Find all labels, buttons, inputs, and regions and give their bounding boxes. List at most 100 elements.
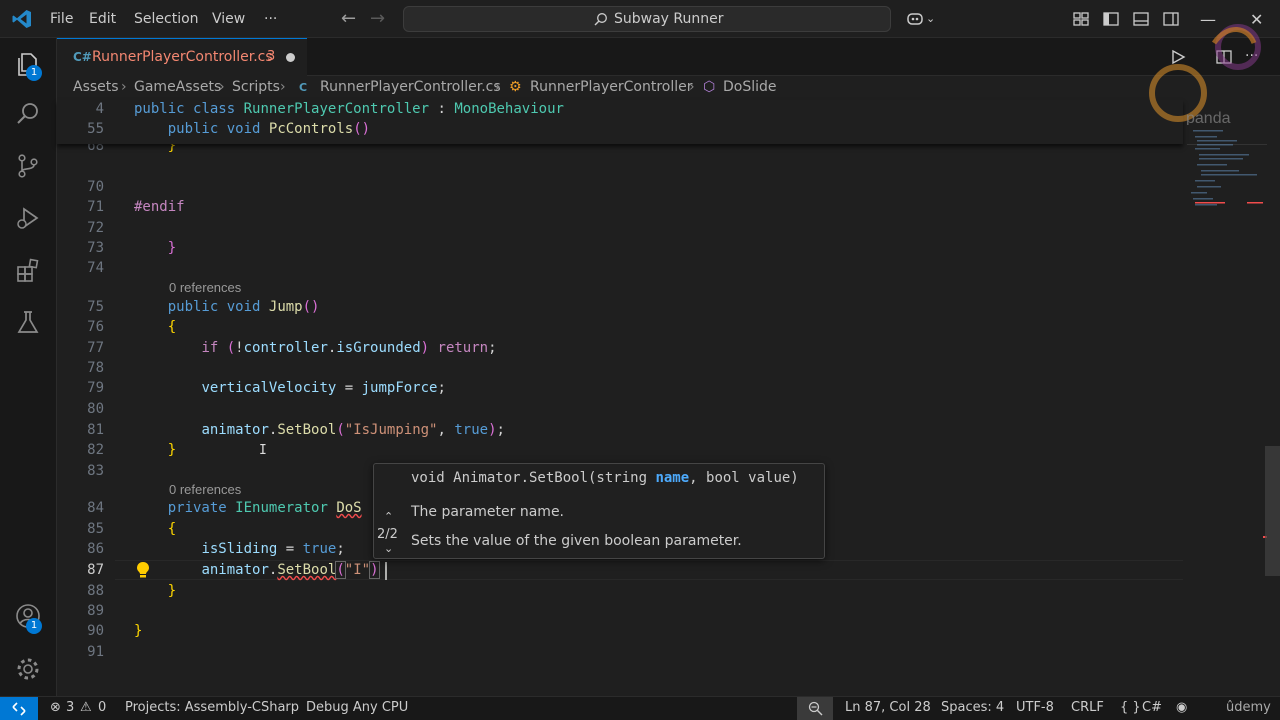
hint-signature-post: , bool value) bbox=[689, 470, 799, 486]
csharp-file-icon: C bbox=[299, 81, 308, 94]
tab-problem-count: 3 bbox=[267, 49, 276, 64]
breadcrumb-item[interactable]: RunnerPlayerController.cs bbox=[320, 79, 501, 95]
chevron-down-icon[interactable]: ⌄ bbox=[384, 542, 393, 555]
chevron-up-icon[interactable]: ⌃ bbox=[384, 510, 393, 523]
command-center[interactable]: Subway Runner bbox=[403, 6, 891, 32]
customize-layout-icon[interactable] bbox=[1072, 10, 1090, 28]
remote-indicator[interactable] bbox=[0, 697, 38, 720]
menu-file[interactable]: File bbox=[44, 0, 79, 38]
source-control-icon[interactable] bbox=[14, 152, 42, 180]
error-count[interactable]: 3 bbox=[66, 700, 74, 715]
watermark-logo: panda bbox=[1149, 24, 1261, 125]
warning-count[interactable]: 0 bbox=[98, 700, 106, 715]
unsaved-dot-icon[interactable] bbox=[286, 53, 295, 62]
parameter-hint-popup[interactable]: void Animator.SetBool(string name, bool … bbox=[373, 463, 825, 559]
codelens-references[interactable]: 0 references bbox=[169, 280, 241, 295]
hint-signature-pre: void Animator.SetBool(string bbox=[411, 470, 656, 486]
line-number: 89 bbox=[87, 603, 104, 619]
copilot-status-icon[interactable]: ◉ bbox=[1176, 700, 1187, 715]
line-number: 4 bbox=[95, 101, 104, 117]
breadcrumb-item[interactable]: Assets bbox=[73, 79, 119, 95]
mouse-ibeam-icon: I bbox=[259, 443, 267, 458]
csharp-file-icon: C# bbox=[73, 50, 92, 64]
zoom-indicator[interactable] bbox=[797, 697, 833, 720]
language-braces-icon[interactable]: { } bbox=[1120, 700, 1141, 715]
udemy-watermark: ûdemy bbox=[1226, 700, 1271, 715]
line-number: 78 bbox=[87, 360, 104, 376]
line-number: 75 bbox=[87, 299, 104, 315]
build-config[interactable]: Debug Any CPU bbox=[306, 700, 408, 715]
search-icon[interactable] bbox=[14, 100, 42, 128]
breadcrumb-item[interactable]: GameAssets bbox=[134, 79, 221, 95]
line-number: 88 bbox=[87, 583, 104, 599]
cursor-position[interactable]: Ln 87, Col 28 bbox=[845, 700, 931, 715]
breadcrumb: Assets › GameAssets › Scripts › C Runner… bbox=[57, 76, 1187, 100]
line-number: 76 bbox=[87, 319, 104, 335]
codelens-references[interactable]: 0 references bbox=[169, 482, 241, 497]
accounts-badge: 1 bbox=[26, 618, 42, 634]
line-number: 86 bbox=[87, 541, 104, 557]
explorer-badge: 1 bbox=[26, 65, 42, 81]
line-endings[interactable]: CRLF bbox=[1071, 700, 1104, 715]
encoding[interactable]: UTF-8 bbox=[1016, 700, 1054, 715]
breadcrumb-item[interactable]: DoSlide bbox=[723, 79, 777, 95]
activity-bar: 1 1 bbox=[0, 38, 57, 696]
error-icon[interactable]: ⊗ bbox=[50, 700, 61, 715]
vscode-logo-icon bbox=[12, 10, 31, 28]
code-line: verticalVelocity = jumpForce; bbox=[201, 380, 446, 396]
editor-scrollbar[interactable] bbox=[1265, 446, 1280, 576]
line-number: 79 bbox=[87, 380, 104, 396]
chevron-right-icon: › bbox=[219, 79, 225, 95]
extensions-icon[interactable] bbox=[14, 257, 42, 285]
chevron-right-icon: › bbox=[121, 79, 127, 95]
code-line: isSliding = true; bbox=[201, 541, 345, 557]
editor-tabs: C# RunnerPlayerController.cs 3 ··· bbox=[57, 38, 1280, 76]
line-number: 77 bbox=[87, 340, 104, 356]
code-line: } bbox=[167, 583, 177, 599]
breadcrumb-item[interactable]: Scripts bbox=[232, 79, 280, 95]
zoom-icon bbox=[808, 701, 823, 716]
line-number: 91 bbox=[87, 644, 104, 660]
settings-gear-icon[interactable] bbox=[14, 655, 42, 683]
chevron-right-icon: › bbox=[689, 79, 695, 95]
title-bar: File Edit Selection View ··· ← → Subway … bbox=[0, 0, 1280, 38]
sticky-line[interactable]: public class RunnerPlayerController : Mo… bbox=[134, 101, 564, 117]
line-number: 72 bbox=[87, 220, 104, 236]
minimap[interactable] bbox=[1187, 100, 1267, 696]
class-icon: ⚙ bbox=[509, 79, 522, 95]
testing-icon[interactable] bbox=[14, 308, 42, 336]
hint-active-parameter: name bbox=[655, 470, 690, 486]
line-number: 70 bbox=[87, 179, 104, 195]
toggle-sidebar-icon[interactable] bbox=[1102, 10, 1120, 28]
copilot-icon[interactable] bbox=[906, 10, 924, 28]
code-line: public void Jump() bbox=[167, 299, 320, 315]
menu-more[interactable]: ··· bbox=[258, 0, 283, 38]
hint-parameter-doc: The parameter name. bbox=[411, 504, 565, 520]
warning-icon[interactable]: ⚠ bbox=[80, 700, 92, 715]
code-line: { bbox=[167, 319, 177, 335]
sticky-line[interactable]: public void PcControls() bbox=[134, 121, 370, 137]
remote-icon bbox=[12, 702, 26, 716]
code-line: animator.SetBool("I") bbox=[201, 561, 380, 579]
run-debug-icon[interactable] bbox=[14, 204, 42, 232]
method-icon: ⬡ bbox=[703, 79, 716, 95]
language-mode[interactable]: C# bbox=[1142, 700, 1162, 715]
project-indicator[interactable]: Projects: Assembly-CSharp bbox=[125, 700, 299, 715]
menu-selection[interactable]: Selection bbox=[128, 0, 205, 38]
status-bar: ⊗ 3 ⚠ 0 Projects: Assembly-CSharp Debug … bbox=[0, 696, 1280, 720]
hint-signature: void Animator.SetBool(string name, bool … bbox=[411, 470, 799, 486]
back-arrow-icon[interactable]: ← bbox=[341, 9, 356, 29]
menu-view[interactable]: View bbox=[206, 0, 251, 38]
chevron-right-icon: › bbox=[495, 79, 501, 95]
code-line: #endif bbox=[134, 199, 185, 215]
breadcrumb-item[interactable]: RunnerPlayerController bbox=[530, 79, 693, 95]
tab-runnerplayercontroller[interactable]: C# RunnerPlayerController.cs 3 bbox=[57, 38, 307, 76]
code-line: private IEnumerator DoS bbox=[167, 500, 362, 516]
forward-arrow-icon[interactable]: → bbox=[370, 9, 385, 29]
code-editor[interactable]: 68 } 70 71 #endif 72 73 } 74 0 reference… bbox=[57, 100, 1187, 696]
code-line: } bbox=[134, 623, 143, 639]
indentation[interactable]: Spaces: 4 bbox=[941, 700, 1004, 715]
code-line: } bbox=[167, 240, 177, 256]
chevron-down-icon[interactable]: ⌄ bbox=[926, 12, 944, 30]
menu-edit[interactable]: Edit bbox=[83, 0, 122, 38]
